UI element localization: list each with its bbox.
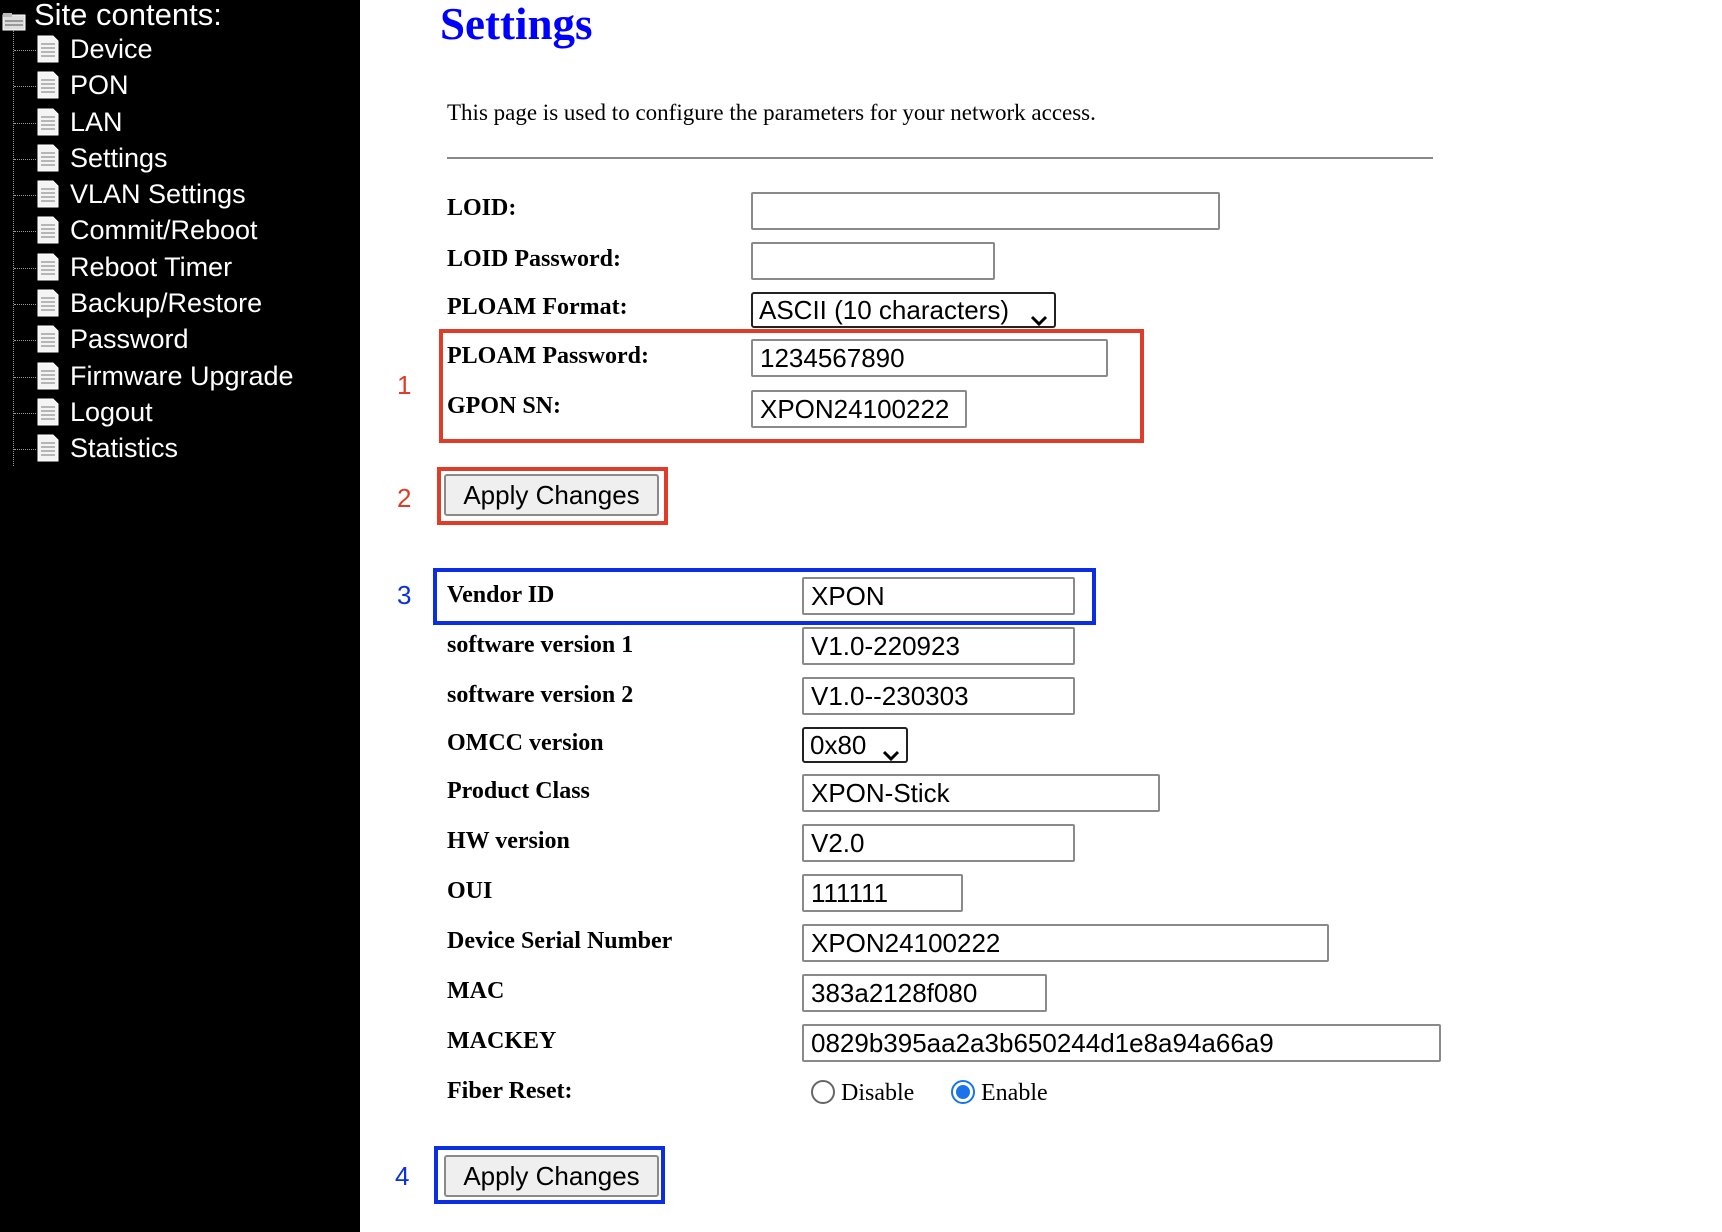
sidebar-item-label: LAN	[70, 106, 123, 137]
document-icon	[36, 325, 60, 353]
document-icon	[36, 434, 60, 462]
device-serial-number-label: Device Serial Number	[447, 928, 673, 954]
sidebar-item-label: Device	[70, 34, 153, 64]
chevron-down-icon	[882, 738, 900, 770]
annotation-number-1: 1	[397, 370, 412, 400]
document-icon	[36, 144, 60, 172]
omcc-version-value: 0x80	[810, 730, 867, 760]
omcc-version-label: OMCC version	[447, 730, 604, 756]
divider	[447, 157, 1433, 159]
document-icon	[36, 362, 60, 390]
hw-version-input[interactable]: V2.0	[802, 824, 1075, 862]
ploam-format-value: ASCII (10 characters)	[759, 295, 1009, 325]
highlight-box-4	[434, 1146, 665, 1204]
ploam-format-label: PLOAM Format:	[447, 294, 628, 320]
page-title: Settings	[440, 0, 593, 49]
sidebar-item-label: Firmware Upgrade	[70, 360, 294, 391]
document-icon	[36, 216, 60, 244]
software-version-1-label: software version 1	[447, 632, 634, 658]
tree-connector	[13, 30, 14, 466]
product-class-label: Product Class	[447, 778, 590, 804]
document-icon	[36, 35, 60, 63]
sidebar: Site contents: Device PON LAN Settings V…	[0, 0, 360, 1232]
oui-label: OUI	[447, 878, 493, 904]
fiber-reset-label: Fiber Reset:	[447, 1078, 573, 1104]
mac-input[interactable]: 383a2128f080	[802, 974, 1047, 1012]
sidebar-item-label: Settings	[70, 142, 168, 173]
annotation-number-3: 3	[397, 580, 412, 610]
highlight-box-2	[437, 467, 668, 525]
sidebar-item-label: Password	[70, 324, 189, 355]
sidebar-header: Site contents:	[2, 0, 222, 33]
highlight-box-3	[433, 568, 1096, 625]
annotation-number-2: 2	[397, 483, 412, 513]
ploam-format-select[interactable]: ASCII (10 characters)	[751, 292, 1056, 328]
product-class-input[interactable]: XPON-Stick	[802, 774, 1160, 812]
loid-input[interactable]	[751, 192, 1220, 230]
main-content: Settings This page is used to configure …	[360, 0, 1722, 1232]
sidebar-item-label: Reboot Timer	[70, 251, 233, 282]
sidebar-item-label: Backup/Restore	[70, 288, 263, 319]
annotation-number-4: 4	[395, 1161, 410, 1191]
sidebar-item-label: Logout	[70, 396, 153, 427]
loid-password-label: LOID Password:	[447, 246, 622, 272]
oui-input[interactable]: 111111	[802, 874, 963, 912]
omcc-version-select[interactable]: 0x80	[802, 727, 908, 763]
fiber-reset-enable-label: Enable	[981, 1080, 1048, 1106]
software-version-2-input[interactable]: V1.0--230303	[802, 677, 1075, 715]
highlight-box-1	[439, 329, 1144, 443]
sidebar-item-label: Statistics	[70, 433, 179, 464]
sidebar-item-label: VLAN Settings	[70, 179, 246, 210]
document-icon	[36, 71, 60, 99]
loid-password-input[interactable]	[751, 242, 995, 280]
hw-version-label: HW version	[447, 828, 570, 854]
page-description: This page is used to configure the param…	[447, 100, 1096, 125]
document-icon	[36, 398, 60, 426]
folder-open-icon	[2, 4, 28, 31]
mackey-input[interactable]: 0829b395aa2a3b650244d1e8a94a66a9	[802, 1024, 1441, 1062]
sidebar-title: Site contents:	[34, 0, 222, 32]
mackey-label: MACKEY	[447, 1028, 557, 1054]
software-version-2-label: software version 2	[447, 682, 634, 708]
document-icon	[36, 289, 60, 317]
fiber-reset-disable-radio[interactable]	[811, 1080, 835, 1104]
software-version-1-input[interactable]: V1.0-220923	[802, 627, 1075, 665]
document-icon	[36, 253, 60, 281]
fiber-reset-enable-radio[interactable]	[951, 1080, 975, 1104]
document-icon	[36, 180, 60, 208]
sidebar-item-label: Commit/Reboot	[70, 215, 258, 246]
sidebar-item-label: PON	[70, 70, 129, 101]
loid-label: LOID:	[447, 195, 517, 221]
device-serial-number-input[interactable]: XPON24100222	[802, 924, 1329, 962]
mac-label: MAC	[447, 978, 505, 1004]
document-icon	[36, 108, 60, 136]
fiber-reset-disable-label: Disable	[841, 1080, 915, 1106]
